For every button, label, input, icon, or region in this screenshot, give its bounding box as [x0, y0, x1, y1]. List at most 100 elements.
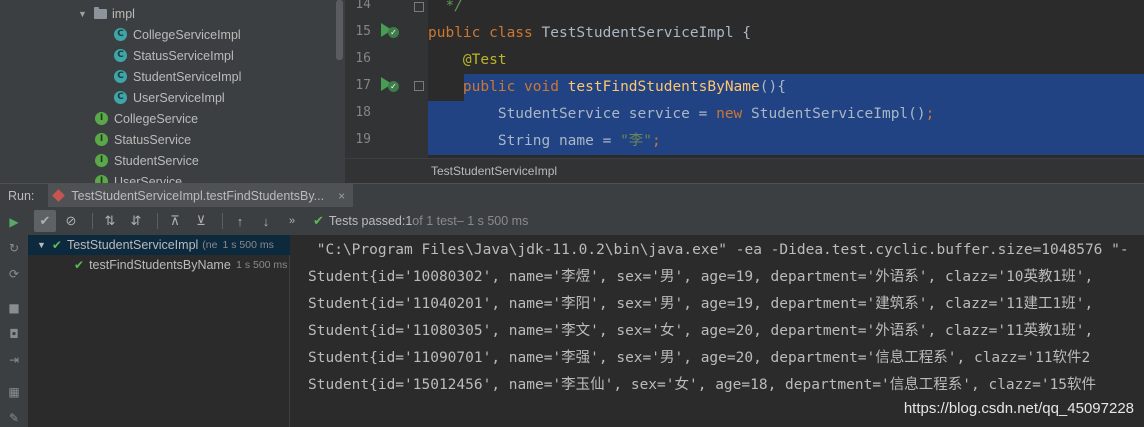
tree-item-college-service[interactable]: I CollegeService	[95, 108, 198, 129]
code-token: "李"	[620, 133, 653, 149]
test-result-root[interactable]: ▼ ✔ TestStudentServiceImpl (ne 1 s 500 m…	[28, 235, 290, 255]
run-test-class-gutter-icon[interactable]: ✓	[379, 21, 399, 39]
tree-item-student-service-impl[interactable]: C StudentServiceImpl	[114, 66, 241, 87]
test-method-name: testFindStudentsByName	[89, 258, 231, 272]
code-line-15[interactable]: public class TestStudentServiceImpl {	[428, 20, 1144, 47]
status-time: – 1 s 500 ms	[456, 214, 529, 228]
code-line-16[interactable]: @Test	[428, 47, 1144, 74]
console-line: Student{id='15012456', name='李玉仙', sex='…	[308, 377, 1097, 393]
tree-item-label: StudentServiceImpl	[133, 69, 242, 84]
fold-icon[interactable]	[414, 2, 424, 12]
line-number: 19	[355, 132, 371, 147]
fold-icon[interactable]	[414, 81, 424, 91]
run-test-method-gutter-icon[interactable]: ✓	[379, 75, 399, 93]
status-count: 1	[405, 214, 413, 228]
run-tab-title: TestStudentServiceImpl.testFindStudentsB…	[71, 188, 325, 203]
code-editor[interactable]: 14 15 16 17 18 19 ✓ ✓ */ public class Te…	[345, 0, 1144, 158]
camera-icon[interactable]: ◘	[7, 327, 21, 341]
console-line: Student{id='10080302', name='李煜', sex='男…	[308, 269, 1094, 285]
code-token: */	[428, 0, 463, 14]
test-class-duration: 1 s 500 ms	[222, 239, 274, 251]
tree-scrollbar[interactable]	[336, 0, 343, 60]
line-number: 14	[355, 0, 371, 12]
console-output[interactable]: "C:\Program Files\Java\jdk-11.0.2\bin\ja…	[291, 235, 1144, 427]
console-line: "C:\Program Files\Java\jdk-11.0.2\bin\ja…	[308, 242, 1129, 258]
code-token: (){	[759, 79, 786, 95]
console-line: Student{id='11040201', name='李阳', sex='男…	[308, 296, 1094, 312]
tree-folder-impl[interactable]: ▼ impl	[78, 3, 135, 24]
code-token: StudentService service =	[428, 106, 717, 122]
class-icon: C	[114, 70, 127, 83]
tree-item-college-service-impl[interactable]: C CollegeServiceImpl	[114, 24, 241, 45]
interface-icon: I	[95, 154, 108, 167]
more-actions-icon[interactable]: »	[281, 210, 303, 232]
expand-all-icon[interactable]: ⊼	[164, 210, 186, 232]
passed-check-icon: ✔	[51, 238, 62, 252]
code-line-14[interactable]: */	[428, 0, 1144, 20]
code-line-18[interactable]: StudentService service = new StudentServ…	[428, 101, 1144, 128]
tree-item-label: UserService	[114, 174, 183, 184]
line-number: 15	[355, 24, 371, 39]
code-token: public class	[428, 25, 542, 41]
tree-item-student-service[interactable]: I StudentService	[95, 150, 199, 171]
collapse-all-icon[interactable]: ⊻	[190, 210, 212, 232]
tree-item-status-service[interactable]: I StatusService	[95, 129, 191, 150]
import-tests-icon[interactable]: ⇥	[7, 353, 21, 367]
class-icon: C	[114, 49, 127, 62]
tree-item-user-service[interactable]: I UserService	[95, 171, 182, 183]
passed-check-icon: ✔	[313, 213, 324, 228]
run-tool-window-header: Run: TestStudentServiceImpl.testFindStud…	[0, 183, 1144, 208]
rerun-icon[interactable]: ▶	[7, 215, 21, 229]
test-result-method[interactable]: ✔ testFindStudentsByName 1 s 500 ms	[28, 255, 290, 275]
code-line-17[interactable]: public void testFindStudentsByName(){	[428, 74, 1144, 101]
folder-icon	[94, 6, 107, 19]
tree-item-label: StatusServiceImpl	[133, 48, 234, 63]
editor-gutter: 14 15 16 17 18 19 ✓ ✓	[345, 0, 428, 158]
project-tree: ▼ impl C CollegeServiceImpl C StatusServ…	[0, 0, 345, 183]
toggle-auto-test-icon[interactable]: ⟳	[7, 267, 21, 281]
test-class-name: TestStudentServiceImpl	[66, 238, 199, 252]
code-token: public void	[462, 79, 568, 95]
run-toolbar: ✔ ⊘ ⇅ ⇵ ⊼ ⊻ ↑ ↓ » ✔ Tests passed: 1 of 1…	[28, 207, 1144, 235]
interface-icon: I	[95, 112, 108, 125]
chevron-down-icon[interactable]: ▼	[78, 9, 88, 19]
tree-folder-label: impl	[112, 6, 135, 21]
status-prefix: Tests passed:	[328, 214, 406, 228]
rerun-failed-icon[interactable]: ↻	[7, 241, 21, 255]
layout-icon[interactable]: ▦	[7, 385, 21, 399]
editor-breadcrumb[interactable]: TestStudentServiceImpl	[345, 158, 1144, 183]
test-config-icon	[52, 189, 66, 202]
interface-icon: I	[95, 133, 108, 146]
close-icon[interactable]: ×	[338, 189, 345, 203]
show-ignored-icon[interactable]: ⊘	[60, 210, 82, 232]
code-line-19[interactable]: String name = "李";	[428, 128, 1144, 155]
line-number: 18	[355, 105, 371, 120]
code-token: testFindStudentsByName	[567, 79, 760, 95]
run-side-toolbar: ▶ ↻ ⟳ ■ ◘ ⇥ ▦ ✎	[0, 207, 28, 427]
show-passed-icon[interactable]: ✔	[34, 210, 56, 232]
code-token: ;	[925, 106, 935, 122]
console-line: Student{id='11080305', name='李文', sex='女…	[308, 323, 1094, 339]
tree-item-user-service-impl[interactable]: C UserServiceImpl	[114, 87, 225, 108]
stop-icon[interactable]: ■	[7, 301, 21, 315]
tree-item-status-service-impl[interactable]: C StatusServiceImpl	[114, 45, 234, 66]
chevron-down-icon[interactable]: ▼	[37, 240, 46, 250]
sort-alphabetically-icon[interactable]: ⇅	[99, 210, 121, 232]
code-token: TestStudentServiceImpl {	[541, 25, 752, 41]
test-method-duration: 1 s 500 ms	[236, 259, 288, 271]
line-number: 17	[355, 78, 371, 93]
class-icon: C	[114, 91, 127, 104]
code-token: StudentServiceImpl()	[751, 106, 926, 122]
test-status: ✔ Tests passed: 1 of 1 test – 1 s 500 ms	[313, 213, 528, 229]
pin-icon[interactable]: ✎	[7, 411, 21, 425]
sort-by-duration-icon[interactable]: ⇵	[125, 210, 147, 232]
code-token: @Test	[462, 52, 507, 68]
test-class-suffix: (ne	[202, 239, 218, 251]
run-tab[interactable]: TestStudentServiceImpl.testFindStudentsB…	[48, 183, 354, 208]
status-of: of 1 test	[412, 214, 457, 228]
toolbar-separator	[222, 213, 223, 229]
previous-failed-icon[interactable]: ↑	[229, 210, 251, 232]
next-failed-icon[interactable]: ↓	[255, 210, 277, 232]
